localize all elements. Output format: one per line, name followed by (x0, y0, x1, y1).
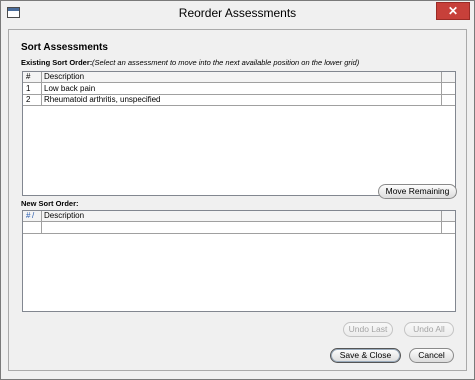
column-header-number[interactable]: # (23, 72, 41, 83)
existing-sort-order-hint: (Select an assessment to move into the n… (92, 58, 360, 67)
new-sort-order-grid[interactable]: # / Description (22, 210, 456, 312)
reorder-assessments-window: Reorder Assessments ✕ Sort Assessments E… (0, 0, 475, 380)
sort-indicator-icon: / (32, 211, 35, 220)
existing-sort-order-label: Existing Sort Order: (21, 58, 93, 67)
row-divider (23, 105, 455, 106)
undo-last-button[interactable]: Undo Last (343, 322, 393, 337)
section-title: Sort Assessments (21, 42, 108, 53)
row-divider (23, 233, 455, 234)
column-divider (441, 211, 442, 233)
column-divider (441, 72, 442, 106)
close-button[interactable]: ✕ (436, 2, 470, 20)
move-remaining-button[interactable]: Move Remaining (378, 184, 457, 199)
grid-header: # / Description (23, 211, 455, 222)
undo-all-button[interactable]: Undo All (404, 322, 454, 337)
cancel-button[interactable]: Cancel (409, 348, 454, 363)
existing-sort-order-grid[interactable]: # Description 1 Low back pain 2 Rheumato… (22, 71, 456, 196)
column-header-description[interactable]: Description (41, 72, 341, 83)
column-divider (41, 211, 42, 233)
column-header-description[interactable]: Description (41, 211, 341, 222)
save-close-button[interactable]: Save & Close (330, 348, 401, 363)
dialog-body: Sort Assessments Existing Sort Order: (S… (8, 29, 467, 371)
title-bar[interactable]: Reorder Assessments ✕ (1, 1, 474, 25)
new-sort-order-label: New Sort Order: (21, 199, 79, 208)
grid-header: # Description (23, 72, 455, 83)
window-title: Reorder Assessments (178, 6, 297, 20)
